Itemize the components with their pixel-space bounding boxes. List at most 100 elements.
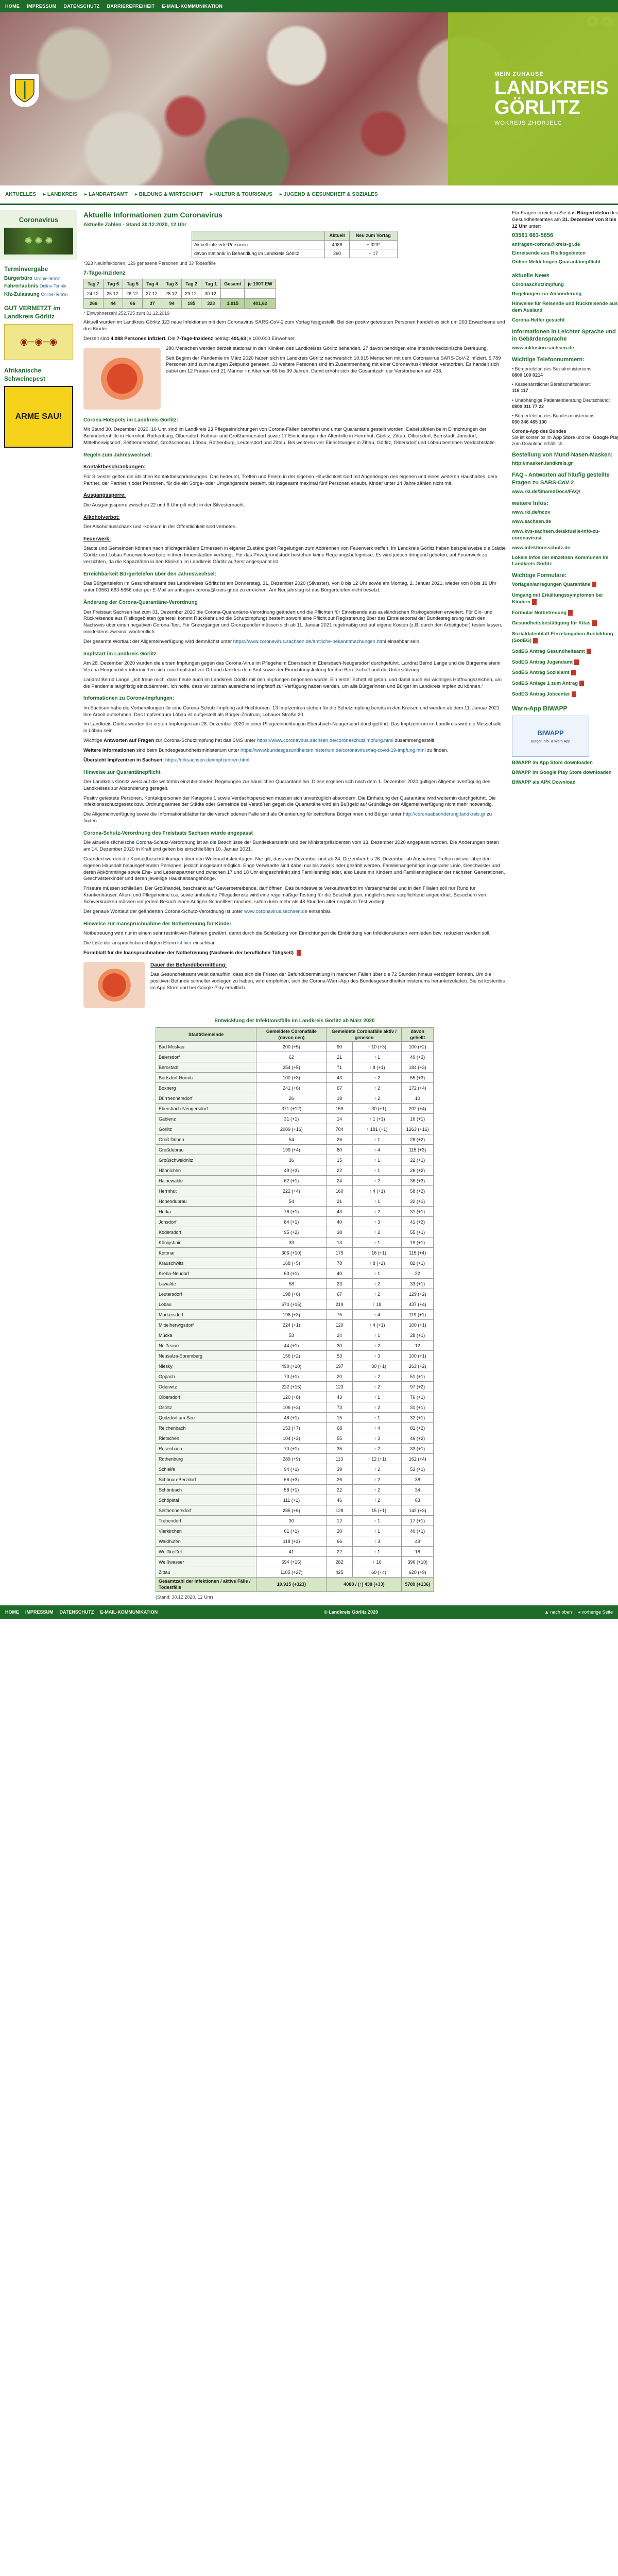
masken-link[interactable]: http://masken.landkreis.gr (512, 461, 618, 467)
form-link[interactable]: Formular Notbetreuung (512, 609, 618, 617)
top-link-impressum[interactable]: IMPRESSUM (27, 3, 56, 9)
biwapp-appstore-link[interactable]: BIWAPP im App Store downloaden (512, 760, 618, 767)
inklusion-link[interactable]: www.inklusion.sachsen.de (512, 345, 618, 352)
table-row: Krauschwitz 168 (+5) 78 ↑ 8 (+2) 82 (+1) (155, 1258, 434, 1269)
biwapp-heading: Warn-App BIWAPP (512, 704, 568, 712)
kontakt-text: Für Silvester gelten die üblichen Kontak… (83, 473, 497, 486)
absonderung-link[interactable]: http://coronaabsonderung.landkreis.gr (403, 811, 485, 817)
footer-link-datenschutz[interactable]: DATENSCHUTZ (60, 1609, 94, 1615)
link-kommunen[interactable]: Lokale Infos der einzelnen Kommunen im L… (512, 555, 618, 568)
weitere-paragraph: Weitere Informationen sind beim Bundesge… (83, 747, 449, 753)
nav-kultur[interactable]: ▸ KULTUR & TOURISMUS (210, 191, 272, 198)
paragraph-infected: Derzeit sind 4.088 Personen infiziert. D… (83, 335, 296, 342)
hotline-number[interactable]: 03581 663-5656 (512, 232, 618, 240)
nav-bildung[interactable]: ▸ BILDUNG & WIRTSCHAFT (135, 191, 203, 198)
previous-page-link[interactable]: ◂ vorherige Seite (578, 1609, 613, 1615)
impfstart-text-1: Am 28. Dezember 2020 wurden die ersten I… (83, 660, 501, 673)
table-row: Dürrhennersdorf 26 18 ↑ 2 10 (155, 1093, 434, 1104)
landkreis-logo[interactable]: MEIN ZUHAUSE LANDKREIS GÖRLITZ WOKREJS Z… (448, 12, 618, 185)
formblatt-link[interactable]: Formblatt für die Inanspruchnahme der No… (83, 950, 506, 957)
quarantaene-heading: Hinweise zur Quarantänepflicht (83, 769, 161, 775)
form-link[interactable]: Umgang mit Erkältungssymptomen bei Kinde… (512, 592, 618, 606)
form-link[interactable]: SodEG Antrag Sozialamt (512, 670, 618, 676)
nav-jugend[interactable]: ▸ JUGEND & GESUNDHEIT & SOZIALES (280, 191, 378, 198)
coronavirus-sachsen-link[interactable]: www.coronavirus.sachsen.de (244, 909, 307, 914)
table-row: Vierkirchen 61 (+1) 20 ↑ 1 40 (+1) (155, 1526, 434, 1537)
table-row: Quitzdorf am See 48 (+1) 15 ↑ 1 32 (+1) (155, 1412, 434, 1423)
friseure-text: Friseure müssen schließen. Der Großhande… (83, 886, 486, 905)
table-row: Herrnhut 222 (+4) 160 ↑ 4 (+1) 58 (+2) (155, 1185, 434, 1197)
nav-aktuelles[interactable]: AKTUELLES (5, 191, 36, 198)
termin-link-buergerbuero[interactable]: Bürgerbüro Online-Termin (4, 275, 73, 282)
biwapp-label: BIWAPP (537, 728, 564, 737)
pdf-icon (533, 637, 538, 643)
form-link[interactable]: SodEG Antrag Jugendamt (512, 659, 618, 666)
form-link[interactable]: Sozialdatenblatt Einzelangaben Ausbildun… (512, 631, 618, 645)
form-link[interactable]: Gesundheitsbestätigung für Kitas (512, 620, 618, 627)
table-row: Markersdorf 198 (+3) 75 ↑ 4 119 (+1) (155, 1309, 434, 1320)
form-link[interactable]: Vorlagen/anregungen Quarantäne (512, 582, 618, 588)
table-row: Weißkeißel 41 22 ↑ 1 18 (155, 1546, 434, 1557)
schweinepest-link[interactable]: Afrikanische Schweinepest (4, 366, 73, 383)
news-heading[interactable]: aktuelle News (512, 272, 618, 280)
link-sachsen[interactable]: www.sachsen.de (512, 519, 618, 526)
top-link-bar: HOME IMPRESSUM DATENSCHUTZ BARRIEREFREIH… (0, 0, 618, 12)
masken-heading: Bestellung von Mund-Nasen-Masken: (512, 451, 613, 458)
rki-faq-link[interactable]: www.rki.de/SharedDocs/FAQ/ (512, 489, 618, 496)
gut-vernetzt-link[interactable]: GUT VERNETZT im Landkreis Görlitz (4, 304, 73, 320)
feuerwerk-text: Städte und Gemeinden können nach pflicht… (83, 546, 506, 565)
form-link[interactable]: SodEG Anlage 1 zum Antrag (512, 681, 618, 687)
form-link[interactable]: SodEG Antrag Jobcenter (512, 691, 618, 698)
table-stand-note: (Stand: 30.12.2020, 12 Uhr) (156, 1594, 213, 1600)
link-helfer[interactable]: Corona-Helfer gesucht (512, 317, 618, 324)
pdf-icon (579, 681, 585, 687)
left-sidebar: Coronavirus ✺ ✺ ✺ Terminvergabe Bürgerbü… (0, 210, 77, 1600)
table-row: Löbau 674 (+15) 219 ↑ 18 437 (+4) (155, 1299, 434, 1310)
top-link-datenschutz[interactable]: DATENSCHUTZ (63, 3, 99, 9)
table-row: Kottmar 306 (+10) 175 ↑ 16 (+1) 115 (+4) (155, 1247, 434, 1259)
link-infektionsschutz[interactable]: www.infektionsschutz.de (512, 545, 618, 552)
impfzentren-link[interactable]: https://drksachsen.de/impfzentren.html (165, 757, 249, 763)
nav-landkreis[interactable]: ▸ LANDKREIS (43, 191, 77, 198)
meldebogen-link[interactable]: Online-Meldebogen Quarantänepflicht (512, 259, 618, 266)
table-row: Rothenburg 289 (+9) 113 ↑ 12 (+1) 162 (+4) (155, 1453, 434, 1465)
einreise-link[interactable]: Einreisende aus Risikogebieten (512, 250, 618, 257)
footer-link-impressum[interactable]: IMPRESSUM (25, 1609, 54, 1615)
table-row: Kreba-Neudorf 63 (+1) 40 ↑ 1 22 (155, 1268, 434, 1279)
top-link-barrierefreiheit[interactable]: BARRIEREFREIHEIT (107, 3, 155, 9)
link-kvs[interactable]: www.kvs-sachsen.de/aktuelle-info-zu-coro… (512, 529, 618, 542)
stand-header-2: Neu zum Vortag (349, 231, 398, 241)
top-link-home[interactable]: HOME (5, 3, 20, 9)
biwapp-googleplay-link[interactable]: BIWAPP im Google Play Store downloaden (512, 770, 618, 776)
weitere-link[interactable]: https://www.bundesgesundheitsministerium… (241, 748, 426, 753)
formulare-heading: Wichtige Formulare: (512, 572, 567, 579)
biwapp-sub: Bürger Info- & Warn-App (530, 740, 571, 744)
incidence-heading: 7-Tage-Inzidenz (83, 269, 126, 276)
liste-link[interactable]: hier (183, 940, 192, 946)
termin-link-kfz[interactable]: Kfz-Zulassung Online-Termin (4, 291, 73, 298)
footer-link-email[interactable]: E-MAIL-KOMMUNIKATION (100, 1609, 158, 1615)
top-link-email[interactable]: E-MAIL-KOMMUNIKATION (162, 3, 222, 9)
link-reisende[interactable]: Hinweise für Reisende und Rückreisende a… (512, 301, 618, 314)
link-absonderung[interactable]: Regelungen zur Absonderung (512, 291, 618, 298)
positiv-text: Positiv getestete Personen, Kontaktperso… (83, 795, 496, 808)
biwapp-logo[interactable]: BIWAPP Bürger Info- & Warn-App (512, 716, 589, 757)
email-link[interactable]: anfragen-corona@kreis-gr.de (512, 242, 580, 247)
aenderung-text: Der Freistaat Sachsen hat zum 31. Dezemb… (83, 609, 503, 635)
form-link[interactable]: SodEG Antrag Gesundheitsamt (512, 648, 618, 655)
footer-link-home[interactable]: HOME (5, 1609, 19, 1615)
table-row: Waldhufen 118 (+2) 66 ↑ 3 49 (155, 1536, 434, 1547)
faq-link[interactable]: https://www.coronavirus.sachsen.de/coron… (257, 738, 393, 743)
link-impfung[interactable]: Coronaschutzimpfung (512, 282, 618, 289)
table-row: Rosenbach 70 (+1) 35 ↑ 2 33 (+1) (155, 1443, 434, 1454)
termin-link-fahrerlaubnis[interactable]: Fahrerlaubnis Online-Termin (4, 283, 73, 290)
back-to-top-link[interactable]: ▲ nach oben (544, 1609, 572, 1615)
link-rki[interactable]: www.rki.de/ncov (512, 510, 618, 516)
nav-landratsamt[interactable]: ▸ LANDRATSAMT (84, 191, 128, 198)
table-row: Boxberg 241 (+6) 67 ↑ 2 172 (+4) (155, 1082, 434, 1094)
verordnung-link[interactable]: https://www.coronavirus.sachsen.de/amtli… (233, 639, 386, 645)
network-image[interactable]: ◉─◉─◉ (4, 324, 73, 360)
biwapp-apk-link[interactable]: BIWAPP als APK Download (512, 779, 618, 786)
arme-sau-sign[interactable]: ARME SAU! (4, 385, 73, 448)
corona-teaser[interactable]: Coronavirus ✺ ✺ ✺ (0, 210, 77, 260)
